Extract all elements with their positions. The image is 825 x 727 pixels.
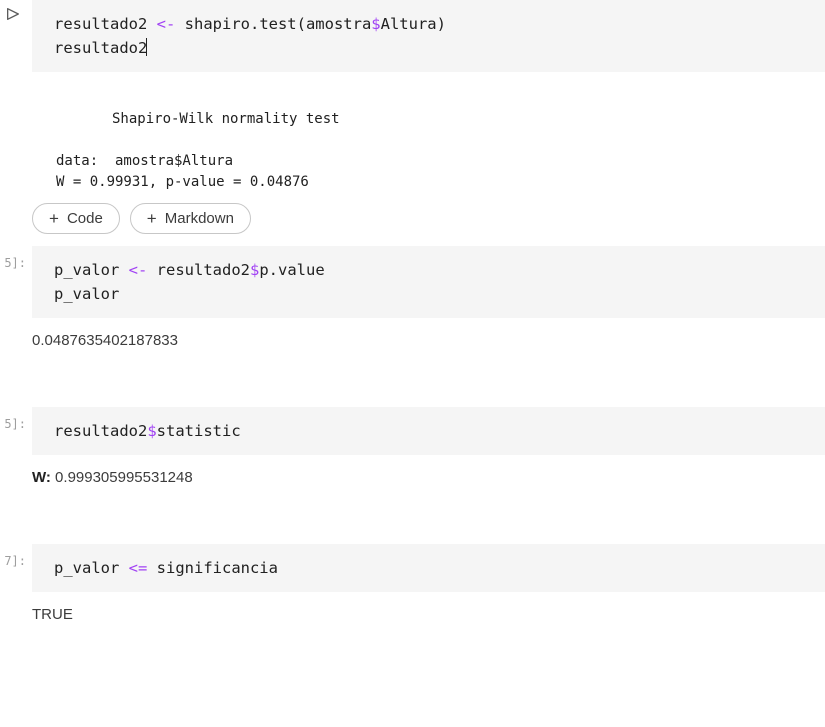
add-code-button[interactable]: + Code — [32, 203, 120, 234]
spacer — [0, 496, 825, 544]
spacer — [0, 359, 825, 407]
output-row: Shapiro-Wilk normality test data: amostr… — [0, 74, 825, 244]
text-output: 0.0487635402187833 — [32, 318, 825, 357]
plus-icon: + — [147, 210, 157, 227]
cell-row: 7]: p_valor <= significancia TRUE — [0, 544, 825, 631]
code-token: statistic — [157, 422, 241, 440]
add-markdown-label: Markdown — [165, 210, 234, 227]
prompt-label: 5]: — [0, 246, 32, 270]
code-cell[interactable]: p_valor <- resultado2$p.value p_valor — [32, 246, 825, 318]
cell-row: 5]: resultado2$statistic W: 0.9993059955… — [0, 407, 825, 494]
add-code-label: Code — [67, 210, 103, 227]
code-token: p_valor — [54, 559, 129, 577]
cell-row: 5]: p_valor <- resultado2$p.value p_valo… — [0, 246, 825, 357]
output-stat-value: 0.999305995531248 — [51, 469, 193, 486]
output-stats-line: W = 0.99931, p-value = 0.04876 — [56, 174, 309, 190]
text-output: Shapiro-Wilk normality test data: amostr… — [32, 74, 825, 195]
play-arrow-icon — [5, 6, 21, 22]
notebook: resultado2 <- shapiro.test(amostra$Altur… — [0, 0, 825, 631]
code-token: resultado2 — [54, 39, 147, 57]
text-cursor — [146, 38, 147, 56]
code-token-compare: <= — [129, 559, 148, 577]
code-token: Altura) — [381, 15, 446, 33]
output-value: TRUE — [32, 606, 73, 623]
plus-icon: + — [49, 210, 59, 227]
code-token-dollar: $ — [371, 15, 380, 33]
code-cell[interactable]: p_valor <= significancia — [32, 544, 825, 592]
code-token: resultado2 — [54, 15, 157, 33]
code-token: resultado2 — [147, 261, 250, 279]
add-markdown-button[interactable]: + Markdown — [130, 203, 251, 234]
insert-buttons-row: + Code + Markdown — [32, 195, 825, 244]
prompt-label: 5]: — [0, 407, 32, 431]
code-token: p_valor — [54, 261, 129, 279]
code-token-assign: <- — [129, 261, 148, 279]
active-cell-indicator — [0, 0, 32, 25]
output-stat-label: W: — [32, 469, 51, 486]
text-output: W: 0.999305995531248 — [32, 455, 825, 494]
code-cell[interactable]: resultado2$statistic — [32, 407, 825, 455]
code-token-dollar: $ — [147, 422, 156, 440]
text-output: TRUE — [32, 592, 825, 631]
output-value: 0.0487635402187833 — [32, 332, 178, 349]
code-token: shapiro.test(amostra — [175, 15, 371, 33]
code-token-dollar: $ — [250, 261, 259, 279]
prompt-empty — [0, 74, 32, 84]
code-cell[interactable]: resultado2 <- shapiro.test(amostra$Altur… — [32, 0, 825, 72]
code-token: p.value — [259, 261, 324, 279]
code-token-assign: <- — [157, 15, 176, 33]
output-title: Shapiro-Wilk normality test — [56, 111, 340, 127]
code-token: p_valor — [54, 285, 119, 303]
output-data-line: data: amostra$Altura — [56, 153, 233, 169]
cell-row-active: resultado2 <- shapiro.test(amostra$Altur… — [0, 0, 825, 72]
prompt-label: 7]: — [0, 544, 32, 568]
code-token: significancia — [147, 559, 278, 577]
code-token: resultado2 — [54, 422, 147, 440]
